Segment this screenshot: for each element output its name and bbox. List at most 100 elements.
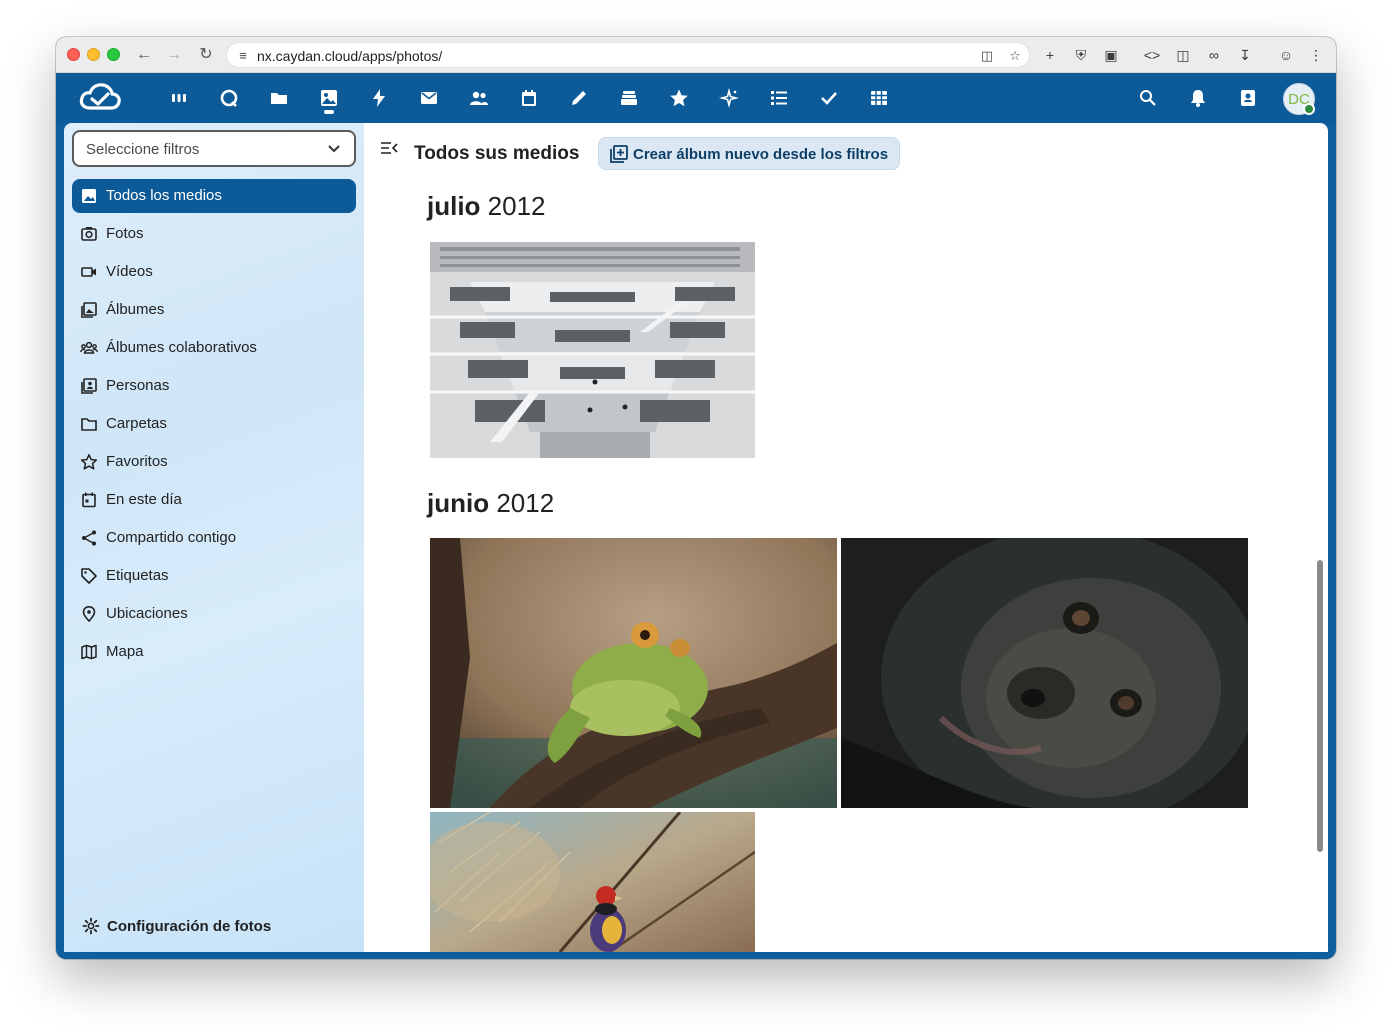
close-window-button[interactable]: [67, 48, 80, 61]
year: 2012: [496, 488, 555, 518]
sidebar-item-locations[interactable]: Ubicaciones: [72, 597, 356, 631]
download-icon[interactable]: ↧: [1235, 45, 1255, 65]
browser-toolbar: ← → ↻ ≡ nx.caydan.cloud/apps/photos/ ◫ ☆…: [56, 37, 1336, 73]
add-album-icon: [610, 145, 628, 163]
sidebar-item-label: Personas: [106, 377, 170, 394]
sidebar-item-label: Carpetas: [106, 415, 167, 432]
chevron-down-icon: [328, 145, 340, 153]
extensions-icon[interactable]: ▣: [1101, 45, 1121, 65]
filter-placeholder: Seleccione filtros: [86, 141, 200, 158]
forward-icon[interactable]: →: [164, 45, 184, 65]
minimize-window-button[interactable]: [87, 48, 100, 61]
url-text: nx.caydan.cloud/apps/photos/: [257, 48, 443, 64]
notes-icon[interactable]: [567, 86, 591, 110]
sidebar-item-on-this-day[interactable]: En este día: [72, 483, 356, 517]
contacts-menu-icon[interactable]: [1236, 86, 1260, 110]
address-bar[interactable]: ≡ nx.caydan.cloud/apps/photos/ ◫ ☆: [226, 42, 1030, 68]
filter-select[interactable]: Seleccione filtros: [72, 130, 356, 167]
sidebar-item-videos[interactable]: Vídeos: [72, 255, 356, 289]
sidebar-item-shared-albums[interactable]: Álbumes colaborativos: [72, 331, 356, 365]
sidebar-item-all-media[interactable]: Todos los medios: [72, 179, 356, 213]
link-icon[interactable]: ∞: [1204, 45, 1224, 65]
profile-icon[interactable]: ☺: [1276, 45, 1296, 65]
sidebar-item-label: Favoritos: [106, 453, 168, 470]
files-icon[interactable]: [267, 86, 291, 110]
app-header: DC: [56, 73, 1336, 132]
photos-settings-button[interactable]: Configuración de fotos: [82, 917, 271, 935]
sidebar-item-map[interactable]: Mapa: [72, 635, 356, 669]
create-album-label: Crear álbum nuevo desde los filtros: [633, 146, 889, 163]
tasks-icon[interactable]: [817, 86, 841, 110]
user-avatar[interactable]: DC: [1283, 83, 1315, 115]
sidebar-item-label: Todos los medios: [106, 187, 222, 204]
sidebar-item-favorites[interactable]: Favoritos: [72, 445, 356, 479]
sidebar: Seleccione filtros Todos los medios Foto…: [64, 123, 364, 952]
deck-icon[interactable]: [617, 86, 641, 110]
sidebar-item-photos[interactable]: Fotos: [72, 217, 356, 251]
toggle-navigation-icon[interactable]: [380, 141, 398, 157]
reload-icon[interactable]: ↻: [196, 45, 216, 65]
shield-extension-icon[interactable]: ⛨: [1071, 45, 1091, 65]
content-panel: Seleccione filtros Todos los medios Foto…: [64, 123, 1328, 952]
mail-icon[interactable]: [417, 86, 441, 110]
folder-icon: [80, 415, 98, 433]
sidebar-panel-icon[interactable]: ◫: [1173, 45, 1193, 65]
calendar-day-icon: [80, 491, 98, 509]
sidebar-item-shared-with-you[interactable]: Compartido contigo: [72, 521, 356, 555]
favorites-icon[interactable]: [667, 86, 691, 110]
contacts-icon[interactable]: [467, 86, 491, 110]
month-name: junio: [427, 488, 490, 518]
star-icon: [80, 453, 98, 471]
search-icon[interactable]: [1136, 86, 1160, 110]
video-icon: [80, 263, 98, 281]
bookmark-star-icon[interactable]: ☆: [1007, 48, 1023, 64]
sidebar-item-folders[interactable]: Carpetas: [72, 407, 356, 441]
browser-menu-icon[interactable]: ⋮: [1306, 45, 1326, 65]
dashboard-icon[interactable]: [167, 86, 191, 110]
bird-photo[interactable]: [430, 812, 755, 952]
ai-assistant-icon[interactable]: [717, 86, 741, 110]
tag-icon: [80, 567, 98, 585]
library-photo[interactable]: [430, 242, 755, 458]
gear-icon: [82, 917, 100, 935]
camera-icon: [80, 225, 98, 243]
tasks-list-icon[interactable]: [767, 86, 791, 110]
month-heading: junio 2012: [427, 488, 554, 519]
nextcloud-logo[interactable]: [78, 81, 122, 115]
month-heading: julio 2012: [427, 191, 546, 222]
browser-window: ← → ↻ ≡ nx.caydan.cloud/apps/photos/ ◫ ☆…: [56, 37, 1336, 959]
back-icon[interactable]: ←: [134, 45, 154, 65]
sidebar-item-albums[interactable]: Álbumes: [72, 293, 356, 327]
tables-icon[interactable]: [867, 86, 891, 110]
main-content: Todos sus medios Crear álbum nuevo desde…: [364, 123, 1328, 952]
scrollbar[interactable]: [1317, 560, 1323, 852]
frog-photo[interactable]: [430, 538, 837, 808]
site-settings-icon[interactable]: ≡: [235, 48, 251, 64]
activity-icon[interactable]: [367, 86, 391, 110]
calendar-icon[interactable]: [517, 86, 541, 110]
sidebar-item-label: Ubicaciones: [106, 605, 188, 622]
image-icon: [80, 187, 98, 205]
album-icon: [80, 301, 98, 319]
sidebar-item-people[interactable]: Personas: [72, 369, 356, 403]
sidebar-item-tags[interactable]: Etiquetas: [72, 559, 356, 593]
sidebar-item-label: Etiquetas: [106, 567, 169, 584]
photos-icon[interactable]: [317, 86, 341, 110]
online-status-badge: [1303, 103, 1315, 115]
create-album-from-filters-button[interactable]: Crear álbum nuevo desde los filtros: [598, 137, 900, 170]
settings-label: Configuración de fotos: [107, 918, 272, 935]
notifications-icon[interactable]: [1186, 86, 1210, 110]
maximize-window-button[interactable]: [107, 48, 120, 61]
gorilla-photo[interactable]: [841, 538, 1248, 808]
sidebar-item-label: Compartido contigo: [106, 529, 237, 546]
new-tab-icon[interactable]: +: [1040, 45, 1060, 65]
devtools-icon[interactable]: <>: [1142, 45, 1162, 65]
talk-icon[interactable]: [217, 86, 241, 110]
share-icon: [80, 529, 98, 547]
install-app-icon[interactable]: ◫: [979, 48, 995, 64]
sidebar-item-label: Álbumes: [106, 301, 165, 318]
people-icon: [80, 377, 98, 395]
sidebar-item-label: Vídeos: [106, 263, 153, 280]
sidebar-item-label: Mapa: [106, 643, 144, 660]
month-name: julio: [427, 191, 481, 221]
